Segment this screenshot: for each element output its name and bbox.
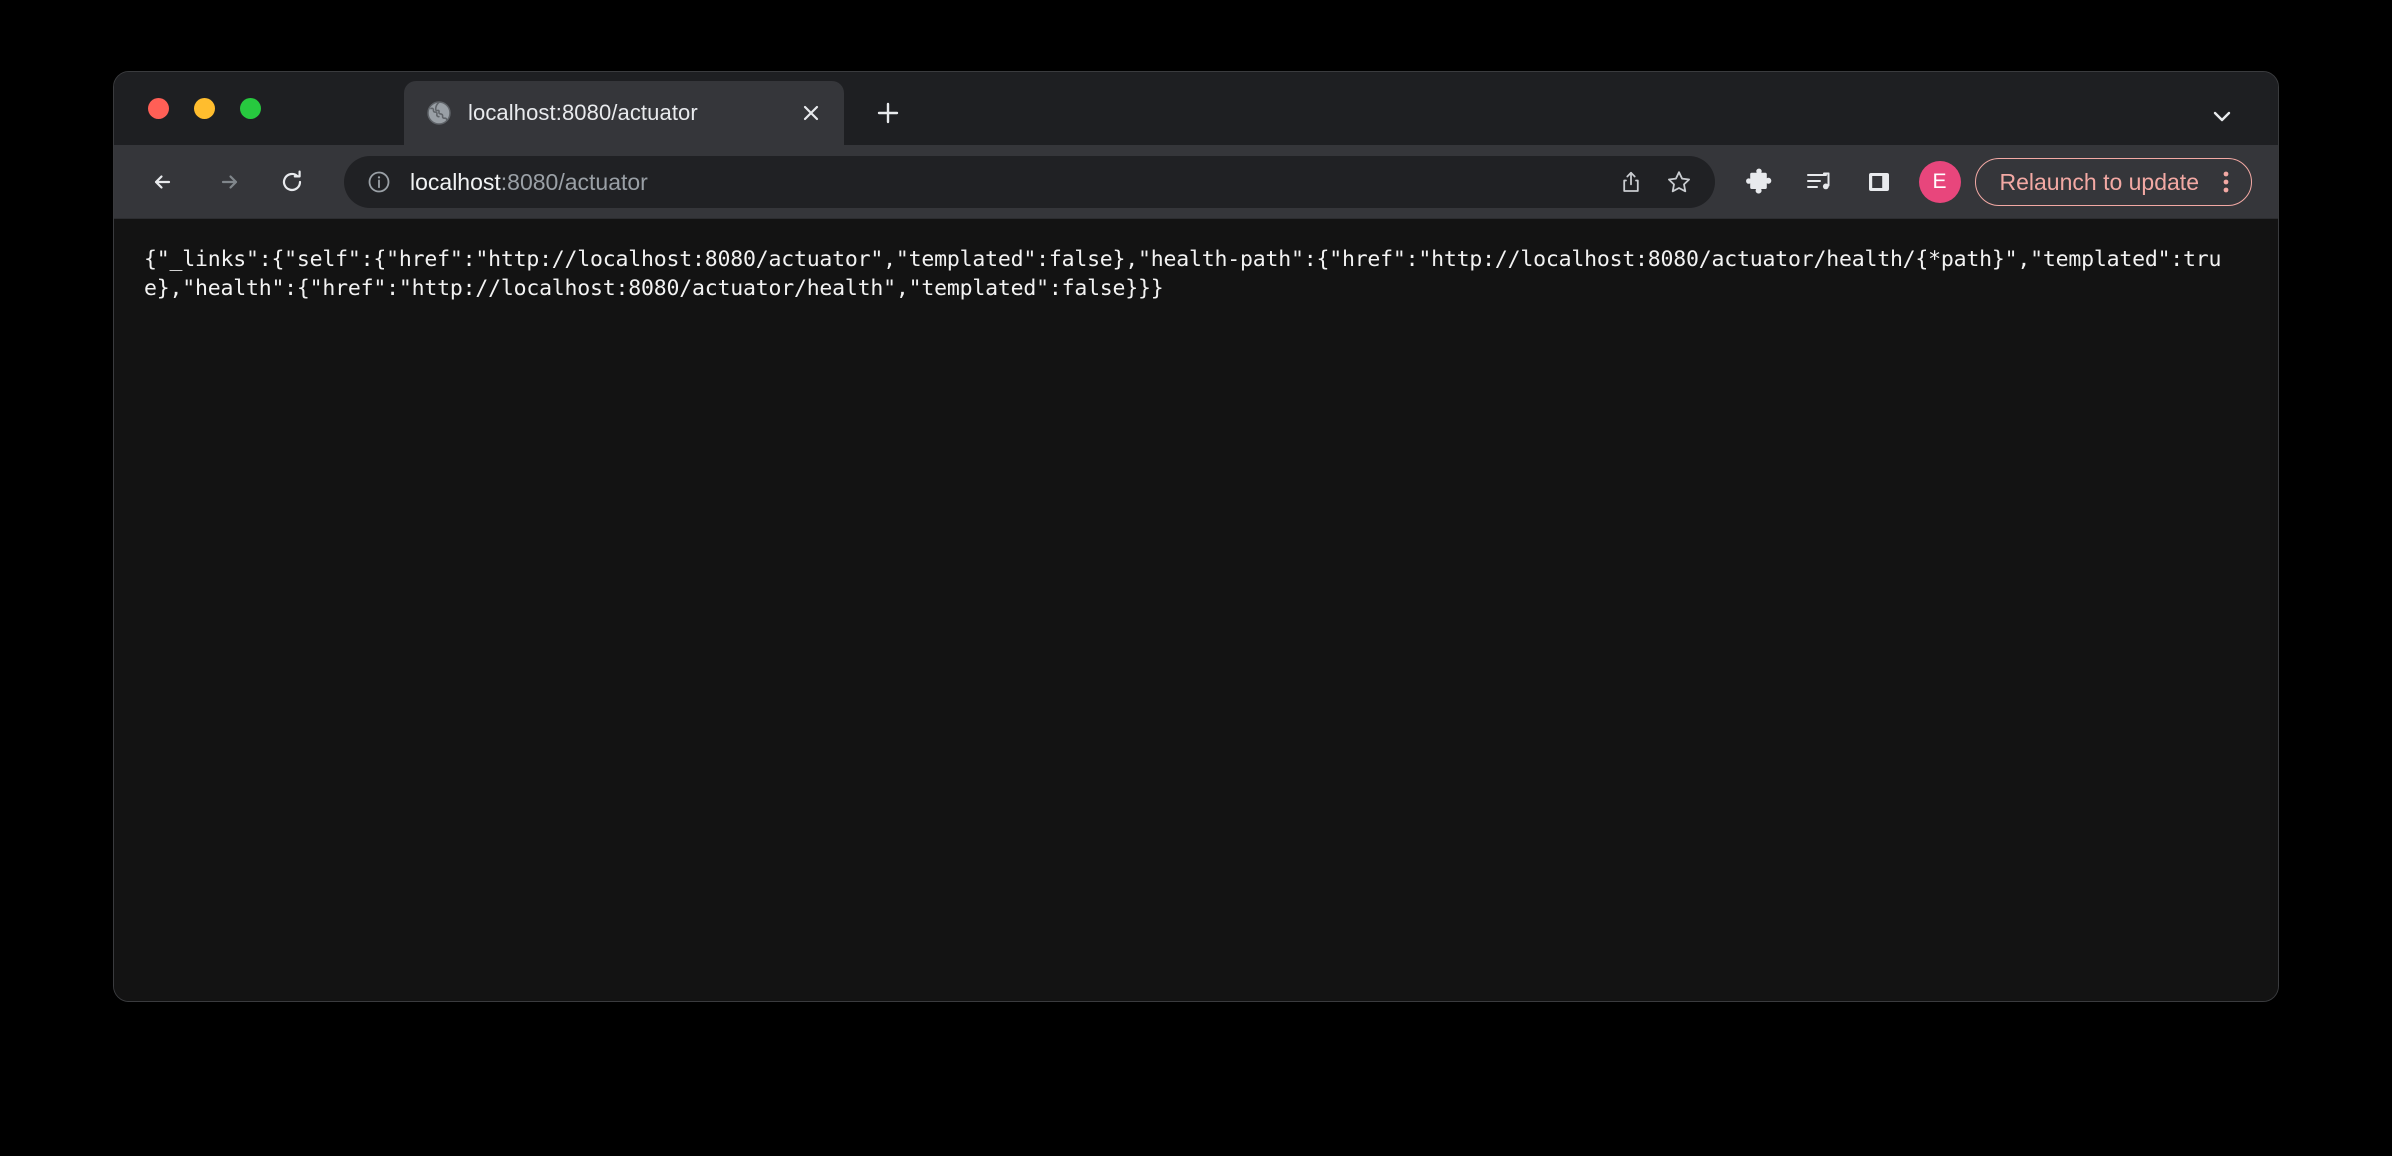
avatar-initial: E <box>1932 169 1947 193</box>
arrow-left-icon <box>154 174 171 189</box>
kebab-dots <box>2223 171 2229 192</box>
share-icon <box>1622 171 1639 192</box>
window-minimize-button[interactable] <box>194 98 215 119</box>
address-bar[interactable]: localhost:8080/actuator <box>344 155 1715 208</box>
tab-strip: localhost:8080/actuator <box>114 72 2278 145</box>
star-icon <box>1667 170 1690 192</box>
extensions-button[interactable] <box>1735 158 1783 206</box>
forward-button[interactable] <box>202 156 254 208</box>
media-control-icon <box>1806 172 1829 189</box>
window-maximize-button[interactable] <box>240 98 261 119</box>
relaunch-label: Relaunch to update <box>1999 168 2200 195</box>
json-response-body: {"_links":{"self":{"href":"http://localh… <box>144 247 2222 301</box>
plus-icon <box>877 102 899 124</box>
browser-toolbar: localhost:8080/actuator E Relaunch to up… <box>114 145 2278 218</box>
back-button[interactable] <box>138 156 190 208</box>
share-button[interactable] <box>1609 160 1653 204</box>
side-panel-icon <box>1868 172 1889 191</box>
chevron-down-icon <box>2213 111 2231 122</box>
page-content-area: {"_links":{"self":{"href":"http://localh… <box>114 218 2278 1001</box>
url-host: localhost <box>410 168 501 195</box>
reload-button[interactable] <box>266 156 318 208</box>
tab-search-button[interactable] <box>2200 94 2244 138</box>
tab-title: localhost:8080/actuator <box>468 100 698 125</box>
url-path: :8080/actuator <box>500 168 648 195</box>
tab-list: localhost:8080/actuator <box>404 81 914 145</box>
browser-tab-active[interactable]: localhost:8080/actuator <box>404 81 844 145</box>
puzzle-icon <box>1745 168 1771 193</box>
url-display[interactable]: localhost:8080/actuator <box>410 168 1605 196</box>
window-close-button[interactable] <box>148 98 169 119</box>
reload-icon <box>282 170 302 191</box>
media-control-button[interactable] <box>1795 158 1843 206</box>
kebab-menu-icon[interactable] <box>2213 167 2239 197</box>
side-panel-button[interactable] <box>1855 158 1903 206</box>
close-icon <box>803 105 819 121</box>
relaunch-to-update-button[interactable]: Relaunch to update <box>1974 157 2252 206</box>
globe-icon <box>427 101 451 125</box>
info-circle-icon[interactable] <box>362 165 396 199</box>
avatar[interactable]: E <box>1918 160 1961 203</box>
arrow-right-icon <box>221 174 238 189</box>
tab-close-button[interactable] <box>794 96 828 130</box>
info-icon-glyph <box>368 171 390 192</box>
window-controls <box>148 98 261 119</box>
browser-window: localhost:8080/actuator localhost:8080/a… <box>113 71 2279 1002</box>
bookmark-button[interactable] <box>1657 160 1701 204</box>
new-tab-button[interactable] <box>862 87 914 139</box>
